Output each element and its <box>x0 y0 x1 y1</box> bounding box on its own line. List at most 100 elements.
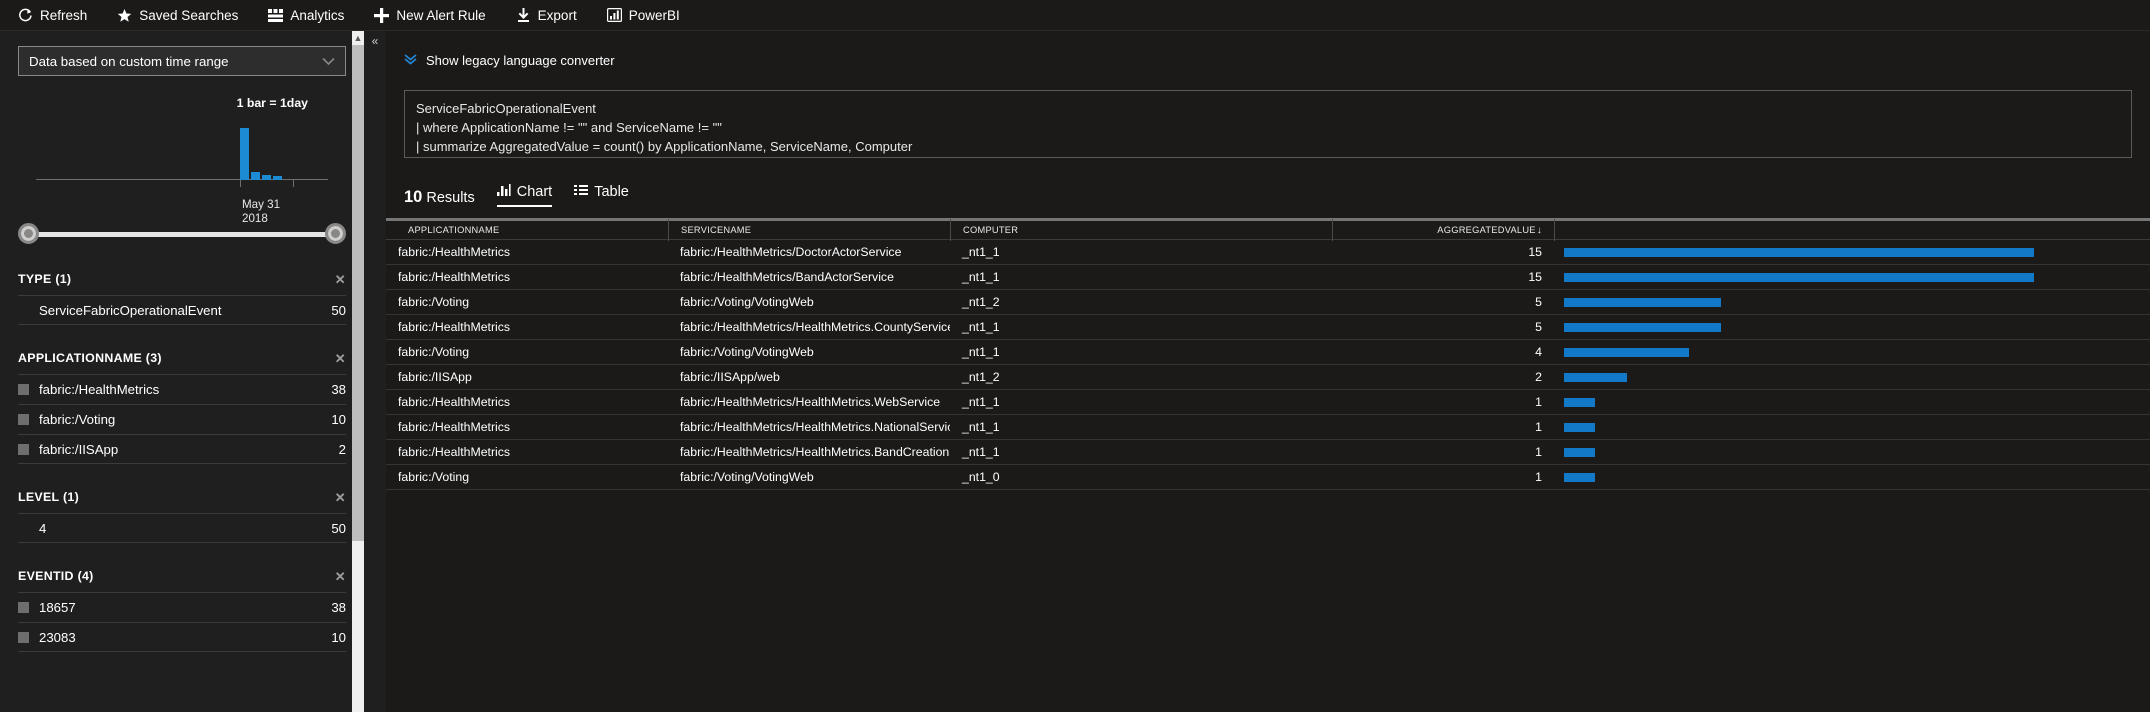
table-row[interactable]: fabric:/HealthMetrics fabric:/HealthMetri… <box>386 240 2150 265</box>
time-range-value: Data based on custom time range <box>29 53 229 69</box>
scrollbar-thumb[interactable] <box>352 45 364 541</box>
close-icon[interactable]: ✕ <box>335 570 346 583</box>
facet-row[interactable]: 4 50 <box>18 513 346 543</box>
cell-value-bar <box>1554 365 2150 390</box>
cell-value-bar <box>1554 440 2150 465</box>
facet-row[interactable]: fabric:/HealthMetrics 38 <box>18 374 346 404</box>
close-icon[interactable]: ✕ <box>335 491 346 504</box>
collapse-sidebar-icon[interactable]: « <box>372 35 379 712</box>
facet-title: APPLICATIONNAME (3) <box>18 351 162 365</box>
histogram-axis <box>36 179 328 180</box>
toolbar-item-analytics[interactable]: Analytics <box>268 0 344 31</box>
toolbar-item-powerbi[interactable]: PowerBI <box>606 0 680 31</box>
column-header-bar <box>1554 219 2150 241</box>
results-count-label: Results <box>426 190 475 206</box>
facet-checkbox[interactable] <box>18 384 29 395</box>
cell-applicationname: fabric:/HealthMetrics <box>398 420 511 434</box>
cell-value-bar <box>1554 315 2150 340</box>
star-icon <box>117 8 132 23</box>
cell-servicename: fabric:/HealthMetrics/HealthMetrics.WebS… <box>680 395 941 409</box>
cell-value-bar <box>1554 390 2150 415</box>
facet-checkbox[interactable] <box>18 631 29 643</box>
cell-applicationname: fabric:/IISApp <box>398 370 472 384</box>
cell-aggregatedvalue: 1 <box>1535 395 1542 409</box>
cell-servicename: fabric:/HealthMetrics/HealthMetrics.Nati… <box>680 420 950 434</box>
cell-applicationname: fabric:/Voting <box>398 345 470 359</box>
cell-applicationname: fabric:/HealthMetrics <box>398 395 511 409</box>
slider-thumb-left[interactable] <box>18 223 39 244</box>
table-row[interactable]: fabric:/Voting fabric:/Voting/VotingWeb _n… <box>386 465 2150 490</box>
table-row[interactable]: fabric:/IISApp fabric:/IISApp/web _nt1_2 2 <box>386 365 2150 390</box>
facet-row-count: 10 <box>331 629 346 645</box>
facet-checkbox[interactable] <box>18 602 29 613</box>
cell-value-bar <box>1554 290 2150 315</box>
facet-checkbox[interactable] <box>18 443 29 455</box>
facet-header: APPLICATIONNAME (3) ✕ <box>18 351 346 374</box>
toolbar-item-refresh[interactable]: Refresh <box>18 0 87 31</box>
cell-computer: _nt1_1 <box>962 270 1000 284</box>
table-row[interactable]: fabric:/HealthMetrics fabric:/HealthMetri… <box>386 415 2150 440</box>
toolbar-item-label: Saved Searches <box>139 7 239 23</box>
tab-chart[interactable]: Chart <box>496 184 553 207</box>
toolbar-item-label: Refresh <box>40 7 88 23</box>
value-bar <box>1564 247 2034 257</box>
value-bar <box>1564 372 1627 382</box>
sidebar-scrollbar[interactable]: ▲ <box>352 31 364 712</box>
column-header-applicationname[interactable]: APPLICATIONNAME <box>386 219 668 241</box>
slider-thumb-right[interactable] <box>325 223 346 244</box>
column-header-servicename[interactable]: SERVICENAME <box>668 219 950 241</box>
results-toolbar: 10 Results Chart Table <box>404 184 2150 207</box>
query-editor[interactable]: ServiceFabricOperationalEvent | where App… <box>404 90 2132 158</box>
table-row[interactable]: fabric:/HealthMetrics fabric:/HealthMetri… <box>386 315 2150 340</box>
column-header-aggregatedvalue[interactable]: AGGREGATEDVALUE ↓ <box>1332 219 1554 241</box>
time-range-slider[interactable] <box>18 222 346 246</box>
cell-aggregatedvalue: 5 <box>1535 295 1542 309</box>
table-row[interactable]: fabric:/HealthMetrics fabric:/HealthMetri… <box>386 440 2150 465</box>
facet-row[interactable]: 23083 10 <box>18 622 346 652</box>
scroll-up-arrow-icon[interactable]: ▲ <box>352 31 364 45</box>
facet-row-count: 38 <box>331 600 346 615</box>
legacy-link-label: Show legacy language converter <box>426 53 615 68</box>
toolbar-item-export[interactable]: Export <box>516 0 577 31</box>
cell-computer: _nt1_2 <box>962 370 1000 384</box>
cell-value-bar <box>1554 265 2150 290</box>
facet-row[interactable]: 18657 38 <box>18 592 346 622</box>
list-icon <box>574 184 589 200</box>
facet-row[interactable]: fabric:/IISApp 2 <box>18 434 346 464</box>
cell-aggregatedvalue: 15 <box>1528 270 1542 284</box>
facet-row-count: 38 <box>331 382 346 397</box>
value-bar <box>1564 347 1690 357</box>
tab-table-label: Table <box>594 184 629 200</box>
cell-servicename: fabric:/HealthMetrics/DoctorActorService <box>680 245 902 259</box>
show-legacy-converter-link[interactable]: Show legacy language converter <box>404 53 2150 68</box>
table-row[interactable]: fabric:/Voting fabric:/Voting/VotingWeb _n… <box>386 290 2150 315</box>
histogram-tick <box>240 180 241 187</box>
facet-row[interactable]: ServiceFabricOperationalEvent 50 <box>18 295 346 325</box>
tab-table[interactable]: Table <box>574 184 629 207</box>
cell-value-bar <box>1554 340 2150 365</box>
toolbar-item-saved-searches[interactable]: Saved Searches <box>117 0 238 31</box>
time-range-dropdown[interactable]: Data based on custom time range <box>18 46 346 76</box>
close-icon[interactable]: ✕ <box>335 352 346 365</box>
facet-header: EVENTID (4) ✕ <box>18 569 346 592</box>
table-row[interactable]: fabric:/HealthMetrics fabric:/HealthMetri… <box>386 390 2150 415</box>
cell-aggregatedvalue: 1 <box>1535 420 1542 434</box>
column-header-computer[interactable]: COMPUTER <box>950 219 1332 241</box>
close-icon[interactable]: ✕ <box>335 273 346 286</box>
facet-row-count: 50 <box>331 302 346 318</box>
table-header-row: APPLICATIONNAME SERVICENAME COMPUTER AGGREG… <box>386 218 2150 241</box>
cell-computer: _nt1_1 <box>962 445 1000 459</box>
cell-computer: _nt1_0 <box>962 470 1000 484</box>
query-line: | where ApplicationName != "" and Servic… <box>416 120 722 135</box>
table-row[interactable]: fabric:/HealthMetrics fabric:/HealthMetri… <box>386 265 2150 290</box>
query-results-panel: Show legacy language converter ServiceFa… <box>386 31 2150 712</box>
facet-row[interactable]: fabric:/Voting 10 <box>18 404 346 434</box>
cell-servicename: fabric:/IISApp/web <box>680 370 780 384</box>
facet-list: TYPE (1) ✕ ServiceFabricOperationalEvent 50… <box>18 272 346 652</box>
facet-checkbox[interactable] <box>18 414 29 425</box>
table-row[interactable]: fabric:/Voting fabric:/Voting/VotingWeb _n… <box>386 340 2150 365</box>
facet-row-label: fabric:/HealthMetrics <box>39 382 160 397</box>
filter-sidebar: Data based on custom time range 1 bar = … <box>0 31 364 712</box>
toolbar-item-new-alert-rule[interactable]: New Alert Rule <box>374 0 486 31</box>
histogram-tick <box>293 180 294 187</box>
